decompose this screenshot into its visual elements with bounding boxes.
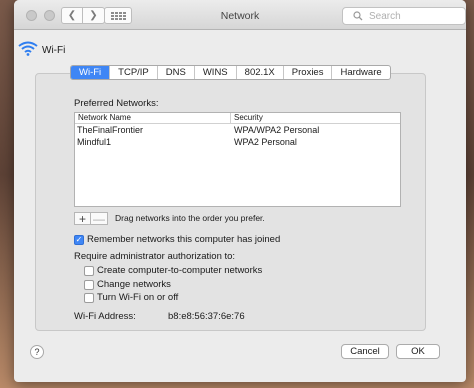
- tab-dns[interactable]: DNS: [158, 66, 195, 79]
- admin-auth-heading: Require administrator authorization to:: [74, 251, 236, 262]
- tab-proxies[interactable]: Proxies: [284, 66, 333, 79]
- checkmark-icon: ✓: [75, 235, 83, 244]
- table-header: Network Name Security: [75, 113, 400, 124]
- help-button[interactable]: ?: [30, 345, 44, 359]
- search-field[interactable]: Search: [342, 7, 466, 25]
- wifi-icon: [18, 41, 38, 56]
- create-networks-checkbox[interactable]: [84, 266, 94, 276]
- add-remove-control: + —: [74, 212, 108, 226]
- interface-name: Wi-Fi: [42, 45, 66, 56]
- wifi-address-value: b8:e8:56:37:6e:76: [168, 311, 245, 322]
- network-security-cell: WPA2 Personal: [234, 137, 297, 147]
- create-networks-label: Create computer-to-computer networks: [97, 265, 263, 276]
- tab-tcpip[interactable]: TCP/IP: [110, 66, 158, 79]
- drag-hint: Drag networks into the order you prefer.: [115, 213, 265, 223]
- search-icon: [353, 11, 363, 21]
- network-name-cell: Mindful1: [77, 137, 112, 147]
- wifi-address-label: Wi-Fi Address:: [74, 311, 136, 322]
- change-networks-label: Change networks: [97, 279, 171, 290]
- preferred-networks-table[interactable]: Network Name Security TheFinalFrontier W…: [74, 112, 401, 207]
- table-row[interactable]: Mindful1 WPA2 Personal: [75, 136, 400, 148]
- ok-button[interactable]: OK: [396, 344, 440, 359]
- column-header-security[interactable]: Security: [231, 113, 263, 123]
- search-placeholder: Search: [369, 10, 401, 22]
- preferred-networks-label: Preferred Networks:: [74, 98, 159, 109]
- remember-networks-checkbox[interactable]: ✓: [74, 235, 84, 245]
- tab-hardware[interactable]: Hardware: [332, 66, 389, 79]
- network-name-cell: TheFinalFrontier: [77, 125, 144, 135]
- add-network-button[interactable]: +: [74, 212, 91, 226]
- column-header-network-name[interactable]: Network Name: [75, 113, 231, 123]
- table-row[interactable]: TheFinalFrontier WPA/WPA2 Personal: [75, 124, 400, 136]
- network-security-cell: WPA/WPA2 Personal: [234, 125, 320, 135]
- remove-network-button[interactable]: —: [91, 212, 108, 226]
- remember-networks-label: Remember networks this computer has join…: [87, 234, 281, 245]
- cancel-button[interactable]: Cancel: [341, 344, 389, 359]
- tab-wifi[interactable]: Wi-Fi: [71, 66, 111, 79]
- change-networks-checkbox[interactable]: [84, 280, 94, 290]
- tab-8021x[interactable]: 802.1X: [237, 66, 284, 79]
- tab-bar: Wi-Fi TCP/IP DNS WINS 802.1X Proxies Har…: [70, 65, 391, 80]
- turn-wifi-checkbox[interactable]: [84, 293, 94, 303]
- title-bar: ❮ ❯ Network Search: [14, 0, 466, 30]
- turn-wifi-label: Turn Wi-Fi on or off: [97, 292, 179, 303]
- tab-wins[interactable]: WINS: [195, 66, 237, 79]
